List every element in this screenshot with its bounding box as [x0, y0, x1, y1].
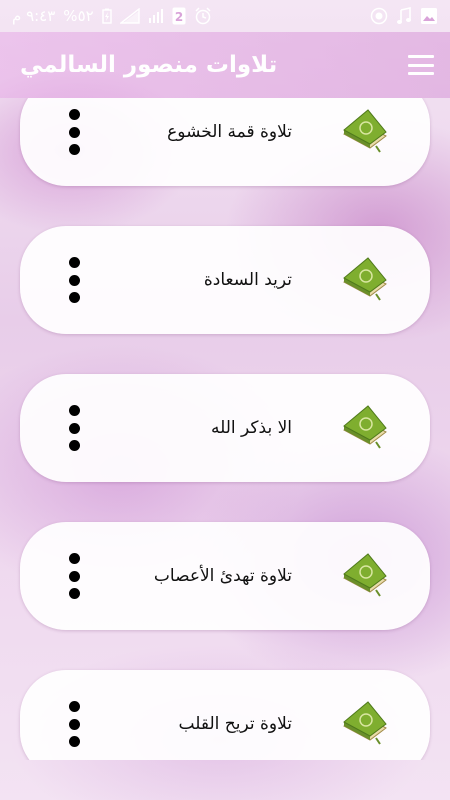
more-options-icon[interactable]: [68, 553, 80, 599]
more-options-icon[interactable]: [68, 109, 80, 155]
quran-book-icon: [340, 700, 388, 748]
quran-book-icon: [340, 256, 388, 304]
status-right: [370, 7, 438, 25]
quran-book-icon: [340, 404, 388, 452]
status-bar: ٩:٤٣ م %٥٢ 2: [0, 0, 450, 32]
list-item-label: الا بذكر الله: [211, 418, 292, 438]
signal-icon: [148, 8, 164, 24]
clock: ٩:٤٣ م: [12, 7, 56, 25]
list-item[interactable]: تلاوة قمة الخشوع: [20, 98, 430, 186]
list-item-label: تريد السعادة: [203, 270, 292, 290]
list-item[interactable]: تلاوة تريح القلب: [20, 670, 430, 760]
list-item-label: تلاوة تهدئ الأعصاب: [153, 566, 292, 586]
more-options-icon[interactable]: [68, 257, 80, 303]
svg-text:2: 2: [175, 10, 183, 24]
gallery-icon: [420, 7, 438, 25]
hamburger-menu-icon[interactable]: [408, 55, 434, 75]
battery-percent: %٥٢: [63, 7, 94, 25]
record-icon: [370, 7, 388, 25]
battery-icon: [101, 8, 112, 24]
more-options-icon[interactable]: [68, 405, 80, 451]
quran-book-icon: [340, 108, 388, 156]
status-left: ٩:٤٣ م %٥٢ 2: [12, 7, 212, 25]
list-item-label: تلاوة قمة الخشوع: [167, 122, 292, 142]
list-item[interactable]: تريد السعادة: [20, 226, 430, 334]
list-item[interactable]: الا بذكر الله: [20, 374, 430, 482]
quran-book-icon: [340, 552, 388, 600]
music-icon: [396, 7, 412, 25]
alarm-icon: [194, 7, 212, 25]
bottom-area: [0, 760, 450, 800]
list-item-label: تلاوة تريح القلب: [178, 714, 292, 734]
app-title: تلاوات منصور السالمي: [20, 52, 278, 78]
recitation-list: تلاوة قمة الخشوع تريد السعادة الا بذكر ا…: [0, 98, 450, 760]
signal-icon: [119, 8, 140, 24]
sim-icon: 2: [172, 7, 186, 25]
more-options-icon[interactable]: [68, 701, 80, 747]
app-bar: تلاوات منصور السالمي: [0, 32, 450, 98]
list-item[interactable]: تلاوة تهدئ الأعصاب: [20, 522, 430, 630]
